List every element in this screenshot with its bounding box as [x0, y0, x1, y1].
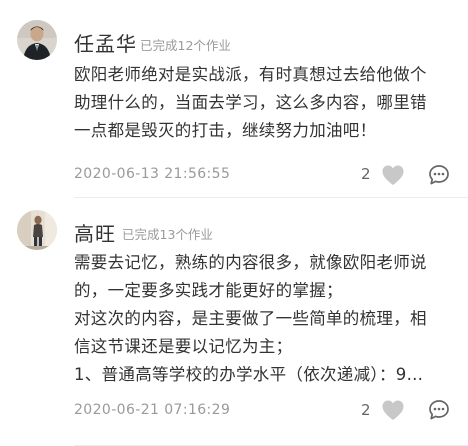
- comment-item: 高旺 已完成13个作业 需要去记忆，熟练的内容很多，就像欧阳老师说 的，一定要多…: [0, 198, 468, 446]
- username[interactable]: 任孟华: [74, 28, 137, 57]
- like-count: 2: [361, 165, 371, 183]
- like-count: 2: [361, 401, 371, 419]
- comment-timestamp: 2020-06-21 07:16:29: [74, 402, 231, 418]
- heart-icon[interactable]: [381, 164, 405, 186]
- avatar[interactable]: [17, 20, 57, 60]
- comment-line: 的，一定要多实践才能更好的掌握；: [74, 281, 343, 300]
- comment-bubble-icon[interactable]: [428, 164, 450, 186]
- comment-item: 任孟华 已完成12个作业 欧阳老师绝对是实战派，有时真想过去给他做个 助理什么的…: [0, 0, 468, 198]
- comment-timestamp: 2020-06-13 21:56:55: [74, 166, 231, 182]
- username[interactable]: 高旺: [74, 218, 116, 247]
- homework-count: 已完成12个作业: [140, 38, 231, 53]
- comment-line: 需要去记忆，熟练的内容很多，就像欧阳老师说: [74, 253, 427, 272]
- heart-icon[interactable]: [381, 399, 405, 421]
- avatar[interactable]: [17, 210, 57, 250]
- person-in-dark-suit-avatar-icon: [17, 20, 57, 60]
- comment-list: 任孟华 已完成12个作业 欧阳老师绝对是实战派，有时真想过去给他做个 助理什么的…: [0, 0, 468, 446]
- homework-count: 已完成13个作业: [122, 227, 213, 242]
- person-standing-photo-avatar-icon: [17, 210, 57, 250]
- comment-line: 欧阳老师绝对是实战派，有时真想过去给他做个: [74, 65, 427, 84]
- comment-line: 一点都是毁灭的打击，继续努力加油吧！: [74, 121, 377, 140]
- comment-body: 需要去记忆，熟练的内容很多，就像欧阳老师说 的，一定要多实践才能更好的掌握； 对…: [74, 249, 454, 389]
- comment-line: 助理什么的，当面去学习，这么多内容，哪里错: [74, 93, 427, 112]
- comment-body: 欧阳老师绝对是实战派，有时真想过去给他做个 助理什么的，当面去学习，这么多内容，…: [74, 61, 454, 145]
- comment-line: 1、普通高等学校的办学水平（依次递减）：9…: [74, 365, 424, 384]
- comment-line: 对这次的内容，是主要做了一些简单的梳理，相: [74, 309, 427, 328]
- comment-bubble-icon[interactable]: [428, 399, 450, 421]
- comment-line: 信这节课还是要以记忆为主；: [74, 337, 293, 356]
